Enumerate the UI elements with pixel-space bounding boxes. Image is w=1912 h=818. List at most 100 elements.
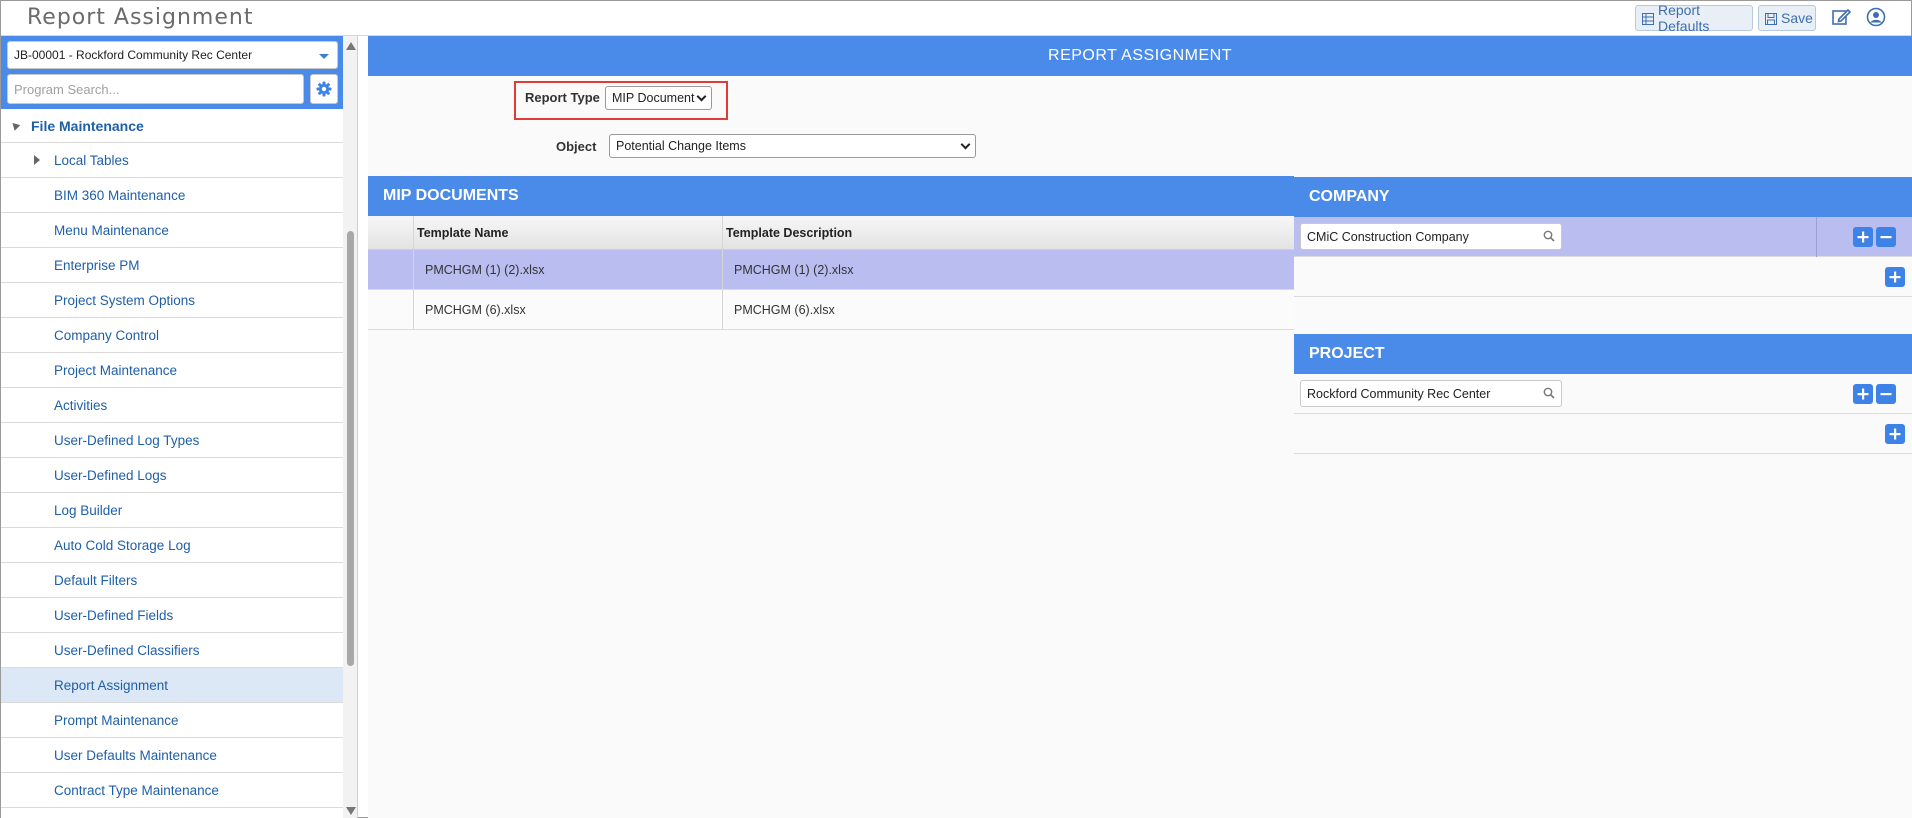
add-company-button[interactable] xyxy=(1853,227,1873,247)
title-bar: Report Assignment Report Defaults Save xyxy=(1,1,1911,36)
mip-grid-header: Template Name Template Description xyxy=(368,216,1294,250)
add-project-row-button[interactable] xyxy=(1885,424,1905,444)
report-type-value: MIP Document xyxy=(612,91,695,105)
report-defaults-label: Report Defaults xyxy=(1658,2,1710,34)
sidebar-item-label: Report Assignment xyxy=(54,677,169,693)
company-value: CMiC Construction Company xyxy=(1307,230,1469,244)
user-profile-icon[interactable] xyxy=(1866,7,1888,29)
sidebar-item-label: Contract Type Maintenance xyxy=(54,782,219,798)
sidebar-item-project-maintenance[interactable]: Project Maintenance xyxy=(1,353,343,388)
project-selector[interactable]: JB-00001 - Rockford Community Rec Center xyxy=(7,41,338,69)
minus-icon xyxy=(1880,393,1892,396)
add-project-button[interactable] xyxy=(1853,384,1873,404)
sidebar-item-activities[interactable]: Activities xyxy=(1,388,343,423)
sidebar-item-label: User-Defined Classifiers xyxy=(54,642,200,658)
sidebar-item-log-builder[interactable]: Log Builder xyxy=(1,493,343,528)
grid-icon xyxy=(1642,12,1654,25)
sidebar-item-user-defined-classifiers[interactable]: User-Defined Classifiers xyxy=(1,633,343,668)
sidebar-item-label: User-Defined Logs xyxy=(54,467,167,483)
navigation-list: File Maintenance Local Tables BIM 360 Ma… xyxy=(1,109,343,818)
plus-icon xyxy=(1857,388,1869,400)
project-value: Rockford Community Rec Center xyxy=(1307,387,1491,401)
save-label: Save xyxy=(1781,10,1813,26)
sidebar-item-label: BIM 360 Maintenance xyxy=(54,187,186,203)
remove-project-button[interactable] xyxy=(1876,384,1896,404)
column-header-template-name[interactable]: Template Name xyxy=(413,216,722,250)
chevron-down-icon xyxy=(696,91,707,102)
sidebar-item-label: Log Builder xyxy=(54,502,123,518)
sidebar-item-auto-cold-storage-log[interactable]: Auto Cold Storage Log xyxy=(1,528,343,563)
object-label: Object xyxy=(556,139,597,154)
sidebar-item-user-defaults-maintenance[interactable]: User Defaults Maintenance xyxy=(1,738,343,773)
sidebar-item-label: Activities xyxy=(54,397,108,413)
sidebar-item-label: User-Defined Fields xyxy=(54,607,174,623)
sidebar-item-report-assignment[interactable]: Report Assignment xyxy=(1,668,343,703)
sidebar-item-project-system-options[interactable]: Project System Options xyxy=(1,283,343,318)
row-divider xyxy=(1816,217,1817,257)
app-title: Report Assignment xyxy=(27,5,254,30)
template-name-cell: PMCHGM (6).xlsx xyxy=(413,290,722,330)
search-icon[interactable] xyxy=(1543,387,1555,402)
sidebar-item-contract-type-maintenance[interactable]: Contract Type Maintenance xyxy=(1,773,343,808)
nav-section-file-maintenance[interactable]: File Maintenance xyxy=(1,109,343,143)
project-add-row xyxy=(1294,414,1912,454)
chevron-down-icon xyxy=(319,54,329,59)
nav-section-label: File Maintenance xyxy=(31,117,144,134)
page-banner: REPORT ASSIGNMENT xyxy=(368,36,1912,76)
gear-icon xyxy=(316,81,332,97)
add-company-row-button[interactable] xyxy=(1885,267,1905,287)
plus-icon xyxy=(1857,231,1869,243)
project-lov-input[interactable]: Rockford Community Rec Center xyxy=(1300,380,1562,407)
object-select[interactable]: Potential Change Items xyxy=(609,134,976,158)
report-defaults-button[interactable]: Report Defaults xyxy=(1635,2,1753,34)
sidebar-item-label: User-Defined Log Types xyxy=(54,432,200,448)
sidebar-item-user-defined-logs[interactable]: User-Defined Logs xyxy=(1,458,343,493)
sidebar-item-user-defined-log-types[interactable]: User-Defined Log Types xyxy=(1,423,343,458)
program-search-input[interactable] xyxy=(7,74,304,104)
main-content: REPORT ASSIGNMENT Report Type MIP Docume… xyxy=(368,36,1912,818)
search-icon[interactable] xyxy=(1543,230,1555,245)
sidebar-scrollbar[interactable] xyxy=(343,36,358,818)
project-header: PROJECT xyxy=(1294,334,1912,374)
table-row[interactable]: PMCHGM (6).xlsx PMCHGM (6).xlsx xyxy=(368,290,1294,330)
scroll-up-arrow-icon[interactable] xyxy=(346,42,356,50)
minus-icon xyxy=(1880,236,1892,239)
company-row[interactable]: CMiC Construction Company xyxy=(1294,217,1912,257)
plus-icon xyxy=(1889,271,1901,283)
company-add-row xyxy=(1294,257,1912,297)
sidebar-item-user-defined-fields[interactable]: User-Defined Fields xyxy=(1,598,343,633)
sidebar-item-label: User Defaults Maintenance xyxy=(54,747,217,763)
remove-company-button[interactable] xyxy=(1876,227,1896,247)
sidebar-item-label: Project System Options xyxy=(54,292,196,308)
edit-icon[interactable] xyxy=(1831,7,1853,29)
expand-arrow-icon xyxy=(34,155,40,165)
scroll-thumb[interactable] xyxy=(347,231,354,666)
settings-button[interactable] xyxy=(310,74,338,104)
left-panel-header: JB-00001 - Rockford Community Rec Center xyxy=(1,36,343,109)
scroll-down-arrow-icon[interactable] xyxy=(346,807,356,815)
sidebar-item-label: Menu Maintenance xyxy=(54,222,169,238)
sidebar-item-label: Auto Cold Storage Log xyxy=(54,537,191,553)
sidebar-item-local-tables[interactable]: Local Tables xyxy=(1,143,343,178)
sidebar-item-enterprise-pm[interactable]: Enterprise PM xyxy=(1,248,343,283)
company-lov-input[interactable]: CMiC Construction Company xyxy=(1300,223,1562,250)
plus-icon xyxy=(1889,428,1901,440)
sidebar-item-default-filters[interactable]: Default Filters xyxy=(1,563,343,598)
column-header-template-description[interactable]: Template Description xyxy=(722,216,1294,250)
floppy-disk-icon xyxy=(1765,12,1777,25)
sidebar-item-label: Local Tables xyxy=(54,152,129,168)
object-value: Potential Change Items xyxy=(616,139,746,153)
template-name-cell: PMCHGM (1) (2).xlsx xyxy=(413,250,722,290)
sidebar-item-bim-360-maintenance[interactable]: BIM 360 Maintenance xyxy=(1,178,343,213)
sidebar-item-label: Prompt Maintenance xyxy=(54,712,179,728)
template-description-cell: PMCHGM (6).xlsx xyxy=(722,290,1294,330)
template-description-cell: PMCHGM (1) (2).xlsx xyxy=(722,250,1294,290)
save-button[interactable]: Save xyxy=(1758,5,1816,31)
sidebar-item-menu-maintenance[interactable]: Menu Maintenance xyxy=(1,213,343,248)
project-row[interactable]: Rockford Community Rec Center xyxy=(1294,374,1912,414)
left-navigation-panel: JB-00001 - Rockford Community Rec Center xyxy=(1,36,343,818)
sidebar-item-prompt-maintenance[interactable]: Prompt Maintenance xyxy=(1,703,343,738)
report-type-select[interactable]: MIP Document xyxy=(605,86,712,110)
sidebar-item-company-control[interactable]: Company Control xyxy=(1,318,343,353)
table-row[interactable]: PMCHGM (1) (2).xlsx PMCHGM (1) (2).xlsx xyxy=(368,250,1294,290)
